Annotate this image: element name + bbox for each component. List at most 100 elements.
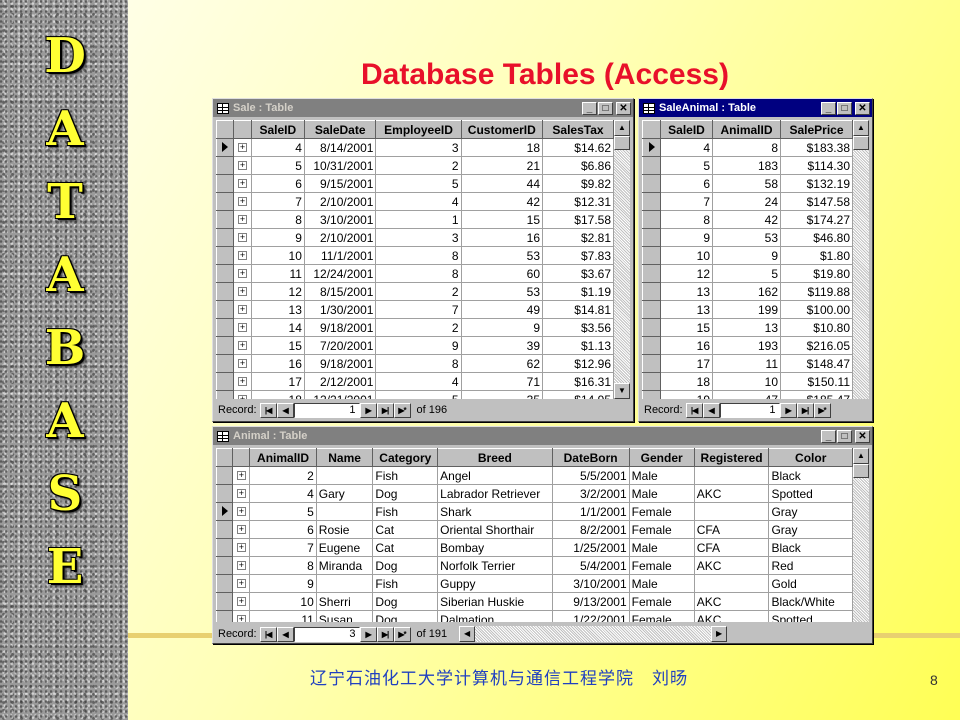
column-header[interactable]: Name: [315, 448, 374, 467]
expand-row-button[interactable]: +: [233, 174, 252, 193]
table-cell[interactable]: 10: [660, 246, 713, 265]
table-row[interactable]: +10 11/1/2001 8 53 $7.83: [216, 246, 614, 265]
new-record-button[interactable]: ▶*: [393, 626, 411, 642]
scroll-left-icon[interactable]: ◀: [459, 626, 476, 642]
saleanimal-titlebar[interactable]: SaleAnimal : Table _ □ ✕: [639, 99, 872, 117]
table-cell[interactable]: Male: [628, 574, 695, 593]
table-cell[interactable]: $46.80: [780, 228, 853, 247]
column-header[interactable]: SaleID: [250, 120, 305, 139]
table-cell[interactable]: $17.58: [542, 210, 614, 229]
maximize-button[interactable]: □: [598, 101, 613, 115]
row-selector[interactable]: [216, 282, 235, 301]
table-row[interactable]: +8 Miranda Dog Norfolk Terrier 5/4/2001 Femal…: [216, 556, 853, 575]
table-row[interactable]: +7 Eugene Cat Bombay 1/25/2001 Male CFA Black: [216, 538, 853, 557]
table-cell[interactable]: Susan: [315, 610, 374, 622]
animal-vertical-scrollbar[interactable]: ▲: [853, 448, 869, 622]
scroll-right-icon[interactable]: ▶: [711, 626, 728, 642]
table-cell[interactable]: 9: [375, 336, 462, 355]
table-cell[interactable]: 71: [460, 372, 544, 391]
table-cell[interactable]: 42: [712, 210, 781, 229]
table-cell[interactable]: 13: [660, 282, 713, 301]
prev-record-button[interactable]: ◀: [276, 626, 294, 642]
table-cell[interactable]: 199: [712, 300, 781, 319]
new-record-button[interactable]: ▶*: [813, 402, 831, 418]
column-header[interactable]: CustomerID: [460, 120, 544, 139]
table-cell[interactable]: $16.31: [542, 372, 614, 391]
table-cell[interactable]: 49: [460, 300, 544, 319]
select-all-corner[interactable]: [216, 120, 235, 139]
table-row[interactable]: +4 8/14/2001 3 18 $14.62: [216, 138, 614, 157]
table-cell[interactable]: 10/31/2001: [303, 156, 377, 175]
table-row[interactable]: +2 Fish Angel 5/5/2001 Male Black: [216, 466, 853, 485]
table-cell[interactable]: $12.96: [542, 354, 614, 373]
table-cell[interactable]: 3/10/2001: [303, 210, 377, 229]
table-cell[interactable]: $19.80: [780, 264, 853, 283]
row-selector[interactable]: [216, 372, 235, 391]
expand-row-button[interactable]: +: [233, 156, 252, 175]
table-cell[interactable]: Spotted: [768, 610, 853, 622]
record-number-field[interactable]: 1: [719, 402, 780, 418]
expand-row-button[interactable]: +: [232, 520, 251, 539]
table-cell[interactable]: Bombay: [437, 538, 553, 557]
plus-icon[interactable]: +: [238, 377, 247, 386]
table-cell[interactable]: $100.00: [780, 300, 853, 319]
table-cell[interactable]: Dog: [372, 592, 439, 611]
table-cell[interactable]: 9/18/2001: [303, 318, 377, 337]
table-cell[interactable]: 9/13/2001: [551, 592, 630, 611]
expand-row-button[interactable]: +: [232, 538, 251, 557]
table-cell[interactable]: 8/2/2001: [551, 520, 630, 539]
table-cell[interactable]: 18: [250, 390, 305, 399]
row-selector[interactable]: [216, 174, 235, 193]
table-cell[interactable]: 1/1/2001: [551, 502, 630, 521]
table-cell[interactable]: 9: [712, 246, 781, 265]
table-cell[interactable]: AKC: [693, 610, 770, 622]
expand-row-button[interactable]: +: [233, 246, 252, 265]
table-cell[interactable]: $7.83: [542, 246, 614, 265]
row-selector[interactable]: [216, 390, 235, 399]
table-cell[interactable]: 53: [460, 282, 544, 301]
table-cell[interactable]: Gold: [768, 574, 853, 593]
expand-row-button[interactable]: +: [233, 228, 252, 247]
table-cell[interactable]: $3.56: [542, 318, 614, 337]
table-cell[interactable]: AKC: [693, 592, 770, 611]
table-cell[interactable]: 17: [660, 354, 713, 373]
table-row[interactable]: +12 8/15/2001 2 53 $1.19: [216, 282, 614, 301]
table-cell[interactable]: Male: [628, 538, 695, 557]
table-row[interactable]: +10 Sherri Dog Siberian Huskie 9/13/2001 Fema…: [216, 592, 853, 611]
sale-table-window[interactable]: Sale : Table _ □ ✕ SaleID SaleDate Employe…: [212, 98, 634, 422]
table-row[interactable]: 15 13 $10.80: [642, 318, 853, 337]
table-cell[interactable]: Gary: [315, 484, 374, 503]
table-cell[interactable]: $14.81: [542, 300, 614, 319]
next-record-button[interactable]: ▶: [779, 402, 797, 418]
table-row[interactable]: 7 24 $147.58: [642, 192, 853, 211]
table-row[interactable]: +1812/21/2001535$14.95: [216, 390, 614, 399]
table-cell[interactable]: 10: [249, 592, 317, 611]
row-selector[interactable]: [216, 592, 234, 611]
row-selector[interactable]: [216, 354, 235, 373]
table-cell[interactable]: Fish: [372, 466, 439, 485]
row-selector[interactable]: [642, 138, 661, 157]
table-row[interactable]: +11 Susan Dog Dalmation 1/22/2001 Female AKC Sp…: [216, 610, 853, 622]
prev-record-button[interactable]: ◀: [276, 402, 294, 418]
saleanimal-grid[interactable]: SaleID AnimalID SalePrice 4 8 $183.38 5 183 $114…: [642, 120, 853, 399]
table-cell[interactable]: 8/14/2001: [303, 138, 377, 157]
table-cell[interactable]: Sherri: [315, 592, 374, 611]
table-cell[interactable]: 8: [660, 210, 713, 229]
table-cell[interactable]: 13: [712, 318, 781, 337]
row-selector[interactable]: [216, 318, 235, 337]
table-cell[interactable]: Dalmation: [437, 610, 553, 622]
plus-icon[interactable]: +: [238, 395, 247, 399]
table-cell[interactable]: $216.05: [780, 336, 853, 355]
table-cell[interactable]: 1/25/2001: [551, 538, 630, 557]
table-cell[interactable]: 8: [375, 246, 462, 265]
row-selector[interactable]: [642, 210, 661, 229]
plus-icon[interactable]: +: [238, 161, 247, 170]
table-cell[interactable]: 5: [375, 390, 462, 399]
row-selector[interactable]: [642, 300, 661, 319]
select-all-corner[interactable]: [642, 120, 661, 139]
table-cell[interactable]: 6: [249, 520, 317, 539]
table-cell[interactable]: $183.38: [780, 138, 853, 157]
table-cell[interactable]: 2/10/2001: [303, 192, 377, 211]
column-header[interactable]: Color: [768, 448, 853, 467]
table-cell[interactable]: Eugene: [315, 538, 374, 557]
